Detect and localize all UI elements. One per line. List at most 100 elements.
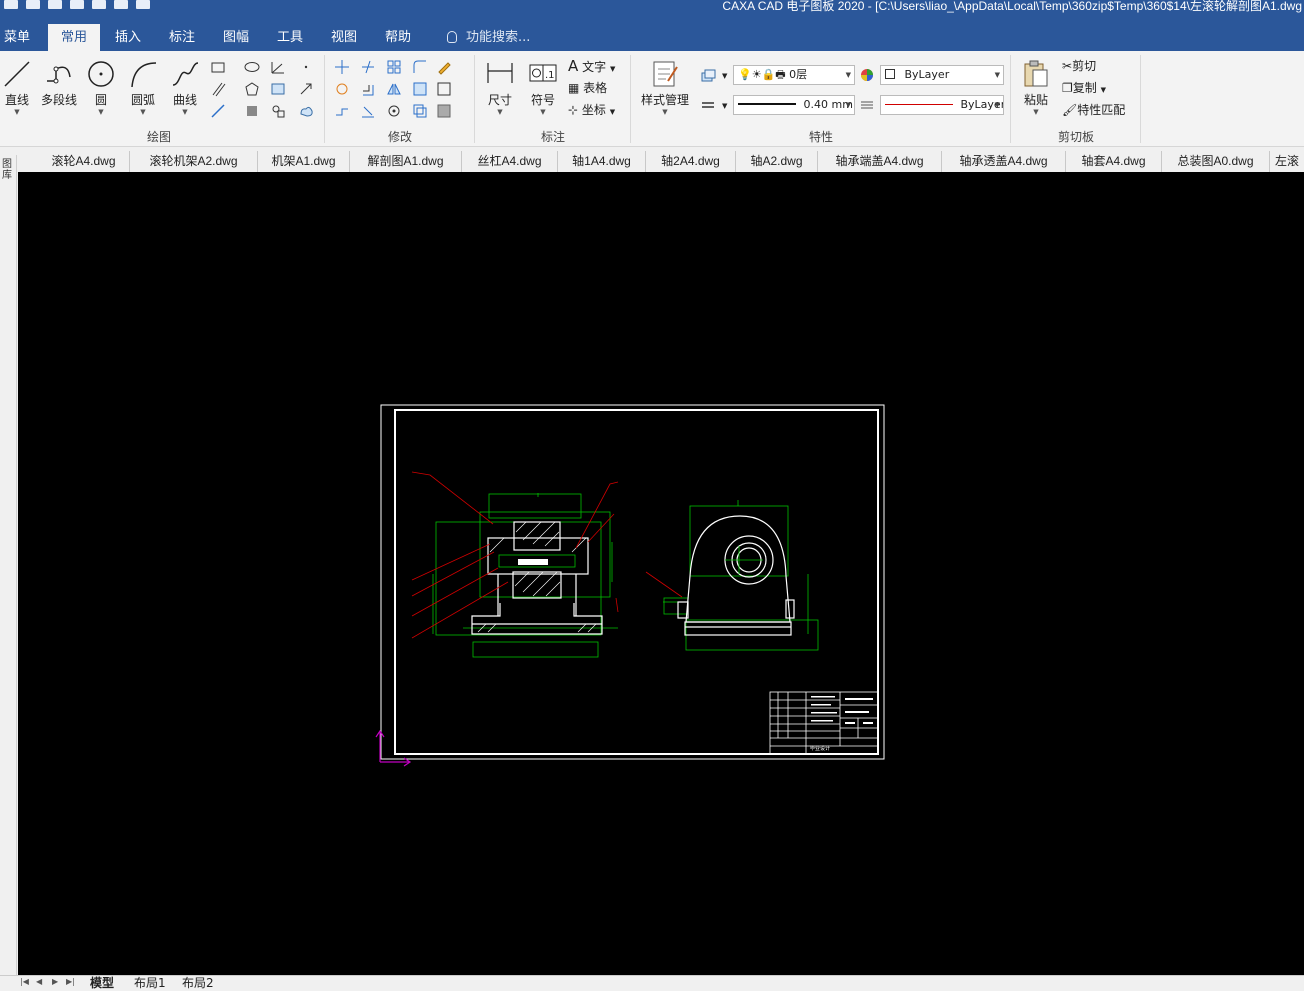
arrow-icon[interactable] — [298, 81, 314, 97]
arc-label: 圆弧 — [130, 93, 155, 107]
doc-tab[interactable]: 机架A1.dwg — [258, 151, 350, 172]
tab-insert[interactable]: 插入 — [104, 24, 152, 51]
block-icon[interactable] — [270, 103, 286, 119]
arc-button[interactable]: 圆弧 ▼ — [126, 55, 160, 123]
paste-button[interactable]: 粘贴 ▼ — [1016, 55, 1056, 123]
print-icon[interactable] — [92, 0, 106, 9]
chevron-down-icon[interactable]: ▼ — [722, 67, 727, 85]
open-file-icon[interactable] — [26, 0, 40, 9]
doc-tab[interactable]: 轴承端盖A4.dwg — [818, 151, 942, 172]
doc-tab[interactable]: 轴套A4.dwg — [1066, 151, 1162, 172]
lineweight-select[interactable]: 0.40 mm ▼ — [733, 95, 855, 115]
parallel-line-icon[interactable] — [210, 81, 226, 97]
layer-manager-icon[interactable] — [700, 67, 716, 83]
doc-tab[interactable]: 总装图A0.dwg — [1162, 151, 1270, 172]
scale-icon[interactable] — [412, 81, 428, 97]
doc-tab[interactable]: 左滚 — [1270, 151, 1304, 172]
layout-tab-model[interactable]: 模型 — [90, 976, 114, 991]
linetype-select[interactable]: ByLayer ▼ — [880, 95, 1004, 115]
drawing-canvas[interactable]: 毕业设计 — [18, 172, 1304, 975]
hatch-icon[interactable] — [270, 81, 286, 97]
mirror-icon[interactable] — [386, 81, 402, 97]
last-tab-icon[interactable]: ▶| — [66, 977, 75, 986]
pencil-icon[interactable] — [436, 59, 452, 75]
fillet-icon[interactable] — [412, 59, 428, 75]
move-icon[interactable] — [334, 59, 350, 75]
trim-icon[interactable] — [360, 59, 376, 75]
library-side-panel[interactable]: 图库 — [0, 155, 17, 975]
tab-tools[interactable]: 工具 — [266, 24, 314, 51]
extend-icon[interactable] — [360, 103, 376, 119]
undo-icon[interactable] — [114, 0, 128, 9]
offset-icon[interactable] — [360, 81, 376, 97]
tab-menu[interactable]: 菜单 — [0, 24, 34, 51]
next-tab-icon[interactable]: ▶ — [52, 977, 58, 986]
layer-value: 0层 — [789, 68, 808, 81]
linetype-icon[interactable] — [859, 97, 875, 113]
tab-help[interactable]: 帮助 — [374, 24, 422, 51]
layout-tab-2[interactable]: 布局2 — [182, 976, 214, 991]
save-as-icon[interactable] — [70, 0, 84, 9]
doc-tab[interactable]: 轴承透盖A4.dwg — [942, 151, 1066, 172]
chevron-down-icon: ▼ — [845, 101, 851, 109]
new-file-icon[interactable] — [4, 0, 18, 9]
polygon-icon[interactable] — [244, 81, 260, 97]
circle-button[interactable]: 圆 ▼ — [84, 55, 118, 123]
title-block — [769, 691, 879, 755]
tab-sheet[interactable]: 图幅 — [212, 24, 260, 51]
document-tab-bar: 滚轮A4.dwg 滚轮机架A2.dwg 机架A1.dwg 解剖图A1.dwg 丝… — [0, 148, 1304, 172]
group-separator — [324, 55, 325, 143]
save-icon[interactable] — [48, 0, 62, 9]
line-button[interactable]: 直线 ▼ — [0, 55, 34, 123]
doc-tab[interactable]: 轴A2.dwg — [736, 151, 818, 172]
tab-home[interactable]: 常用 — [48, 24, 100, 51]
ellipse-icon[interactable] — [244, 59, 260, 75]
prev-tab-icon[interactable]: ◀ — [36, 977, 42, 986]
chevron-down-icon[interactable]: ▼ — [722, 97, 727, 115]
doc-tab[interactable]: 丝杠A4.dwg — [462, 151, 558, 172]
color-select[interactable]: ByLayer ▼ — [880, 65, 1004, 85]
array-icon[interactable] — [386, 59, 402, 75]
polyline-label: 多段线 — [40, 93, 77, 107]
rectangle-icon[interactable] — [210, 59, 226, 75]
chevron-down-icon: ▼ — [609, 108, 616, 116]
style-manager-icon — [650, 59, 680, 89]
doc-tab[interactable]: 轴1A4.dwg — [558, 151, 646, 172]
style-manager-button[interactable]: 样式管理 ▼ — [636, 55, 694, 123]
centerline-icon[interactable] — [210, 103, 226, 119]
cut-button[interactable]: ✂剪切 — [1062, 57, 1096, 75]
doc-tab[interactable]: 滚轮A4.dwg — [38, 151, 130, 172]
symbol-button[interactable]: .1 符号 ▼ — [524, 55, 562, 123]
copy-button[interactable]: ❐复制 ▼ — [1062, 79, 1106, 97]
layer-select[interactable]: 💡☀🔒🖶 0层 ▼ — [733, 65, 855, 85]
doc-tab[interactable]: 滚轮机架A2.dwg — [130, 151, 258, 172]
text-button[interactable]: A 文字 ▼ — [568, 57, 615, 75]
coordinate-button[interactable]: ⊹ 坐标 ▼ — [568, 101, 615, 119]
match-properties-button[interactable]: 🖌特性匹配 — [1062, 101, 1125, 119]
copy-icon[interactable] — [412, 103, 428, 119]
angle-line-icon[interactable] — [270, 59, 286, 75]
tab-view[interactable]: 视图 — [320, 24, 368, 51]
polyline-button[interactable]: 多段线 — [36, 55, 82, 123]
point-icon[interactable] — [298, 59, 314, 75]
color-wheel-icon[interactable] — [859, 67, 875, 83]
doc-tab[interactable]: 解剖图A1.dwg — [350, 151, 462, 172]
layout-tab-1[interactable]: 布局1 — [134, 976, 166, 991]
fill-icon[interactable] — [244, 103, 260, 119]
doc-tab[interactable]: 轴2A4.dwg — [646, 151, 736, 172]
cloud-icon[interactable] — [298, 103, 314, 119]
feature-search-input[interactable]: 功能搜索... — [466, 24, 546, 51]
first-tab-icon[interactable]: |◀ — [20, 977, 29, 986]
redo-icon[interactable] — [136, 0, 150, 9]
rotate-icon[interactable] — [334, 81, 350, 97]
dimension-button[interactable]: 尺寸 ▼ — [480, 55, 520, 123]
curve-button[interactable]: 曲线 ▼ — [168, 55, 202, 123]
tab-annotate[interactable]: 标注 — [158, 24, 206, 51]
lineweight-list-icon[interactable] — [700, 97, 716, 113]
frame-icon[interactable] — [436, 81, 452, 97]
stretch-icon[interactable] — [334, 103, 350, 119]
pattern-icon[interactable] — [436, 103, 452, 119]
explode-icon[interactable] — [386, 103, 402, 119]
style-manager-label: 样式管理 — [640, 93, 689, 107]
table-button[interactable]: ▦ 表格 — [568, 79, 607, 97]
